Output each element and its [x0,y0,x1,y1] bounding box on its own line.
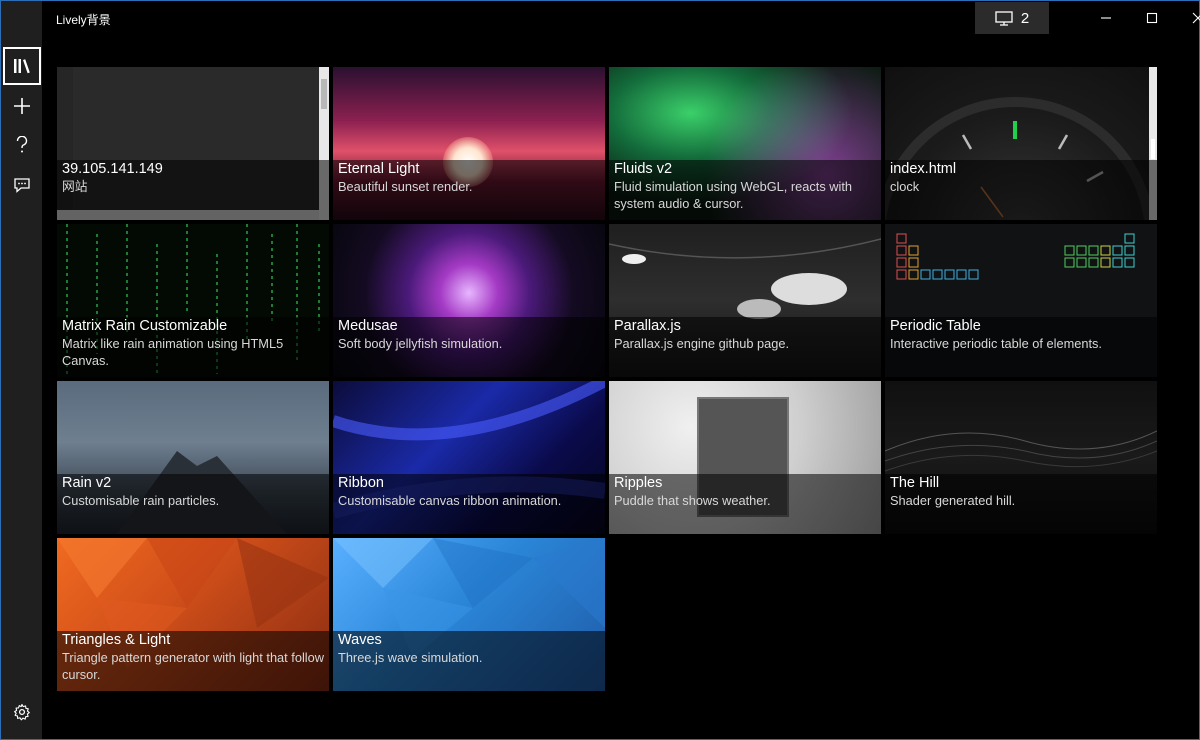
card-title: Parallax.js [614,318,681,334]
nav-rail [1,1,42,739]
close-icon [1192,12,1200,24]
wallpaper-card[interactable]: The Hill Shader generated hill. [885,381,1157,534]
card-description: Three.js wave simulation. [338,650,483,665]
card-title: 39.105.141.149 [62,161,163,177]
nav-add-button[interactable] [3,87,41,125]
app-window: Lively背景 2 39.105.141.149 网站 Eternal Lig… [0,0,1200,740]
wallpaper-card[interactable]: Rain v2 Customisable rain particles. [57,381,329,534]
maximize-button[interactable] [1129,1,1175,35]
card-title: Triangles & Light [62,632,171,648]
minimize-button[interactable] [1083,1,1129,35]
nav-help-button[interactable] [3,126,41,164]
card-description: Fluid simulation using WebGL, reacts wit… [614,179,853,211]
card-caption: Rain v2 Customisable rain particles. [57,474,329,534]
card-caption: Parallax.js Parallax.js engine github pa… [609,317,881,377]
gear-icon [14,703,30,721]
card-title: Fluids v2 [614,161,673,177]
card-description: Triangle pattern generator with light th… [62,650,325,682]
wallpaper-card[interactable]: Parallax.js Parallax.js engine github pa… [609,224,881,377]
card-description: Customisable canvas ribbon animation. [338,493,562,508]
card-title: Eternal Light [338,161,420,177]
help-icon [16,136,28,153]
maximize-icon [1146,12,1158,24]
card-caption: Eternal Light Beautiful sunset render. [333,160,605,220]
wallpaper-card[interactable]: 39.105.141.149 网站 [57,67,329,220]
card-caption: Matrix Rain Customizable Matrix like rai… [57,317,329,377]
card-caption: Waves Three.js wave simulation. [333,631,605,691]
card-caption: Periodic Table Interactive periodic tabl… [885,317,1157,377]
card-description: clock [890,179,920,194]
card-description: Customisable rain particles. [62,493,220,508]
plus-icon [14,98,30,114]
card-description: Puddle that shows weather. [614,493,771,508]
wallpaper-card[interactable]: Triangles & Light Triangle pattern gener… [57,538,329,691]
card-title: Periodic Table [890,318,981,334]
card-caption: Ribbon Customisable canvas ribbon animat… [333,474,605,534]
card-title: Ripples [614,475,663,491]
wallpaper-card[interactable]: Ribbon Customisable canvas ribbon animat… [333,381,605,534]
nav-settings-button[interactable] [3,693,41,731]
card-title: The Hill [890,475,940,491]
wallpaper-card[interactable]: Waves Three.js wave simulation. [333,538,605,691]
card-description: Shader generated hill. [890,493,1016,508]
wallpaper-card[interactable]: Ripples Puddle that shows weather. [609,381,881,534]
wallpaper-card-selected[interactable]: index.html clock [885,67,1157,220]
card-title: Matrix Rain Customizable [62,318,228,334]
card-description: Beautiful sunset render. [338,179,473,194]
wallpaper-card[interactable]: Eternal Light Beautiful sunset render. [333,67,605,220]
card-caption: 39.105.141.149 网站 [57,160,329,220]
card-description: Interactive periodic table of elements. [890,336,1102,351]
card-caption: Ripples Puddle that shows weather. [609,474,881,534]
wallpaper-card[interactable]: Periodic Table Interactive periodic tabl… [885,224,1157,377]
wallpaper-card[interactable]: Fluids v2 Fluid simulation using WebGL, … [609,67,881,220]
card-title: index.html [890,161,957,177]
card-description: Matrix like rain animation using HTML5 C… [62,336,284,368]
monitor-icon [995,10,1013,26]
card-title: Waves [338,632,382,648]
library-icon [14,59,30,74]
app-title: Lively背景 [56,13,111,27]
wallpaper-card[interactable]: Medusae Soft body jellyfish simulation. [333,224,605,377]
card-caption: index.html clock [885,160,1157,220]
card-caption: Triangles & Light Triangle pattern gener… [57,631,329,691]
nav-feedback-button[interactable] [3,166,41,204]
minimize-icon [1101,17,1111,19]
card-title: Rain v2 [62,475,112,491]
card-caption: Fluids v2 Fluid simulation using WebGL, … [609,160,881,220]
card-description: Soft body jellyfish simulation. [338,336,503,351]
feedback-icon [14,178,30,193]
title-bar[interactable]: Lively背景 2 [42,1,1200,35]
card-caption: The Hill Shader generated hill. [885,474,1157,534]
monitor-select-button[interactable]: 2 [975,2,1049,34]
card-description: Parallax.js engine github page. [614,336,790,351]
nav-library-button[interactable] [3,47,41,85]
wallpaper-grid: 39.105.141.149 网站 Eternal Light Beautifu… [57,67,1157,691]
monitor-count: 2 [1020,9,1030,27]
card-title: Medusae [338,318,398,334]
wallpaper-card[interactable]: Matrix Rain Customizable Matrix like rai… [57,224,329,377]
card-description: 网站 [62,179,88,194]
card-caption: Medusae Soft body jellyfish simulation. [333,317,605,377]
card-title: Ribbon [338,475,384,491]
close-button[interactable] [1175,1,1200,35]
